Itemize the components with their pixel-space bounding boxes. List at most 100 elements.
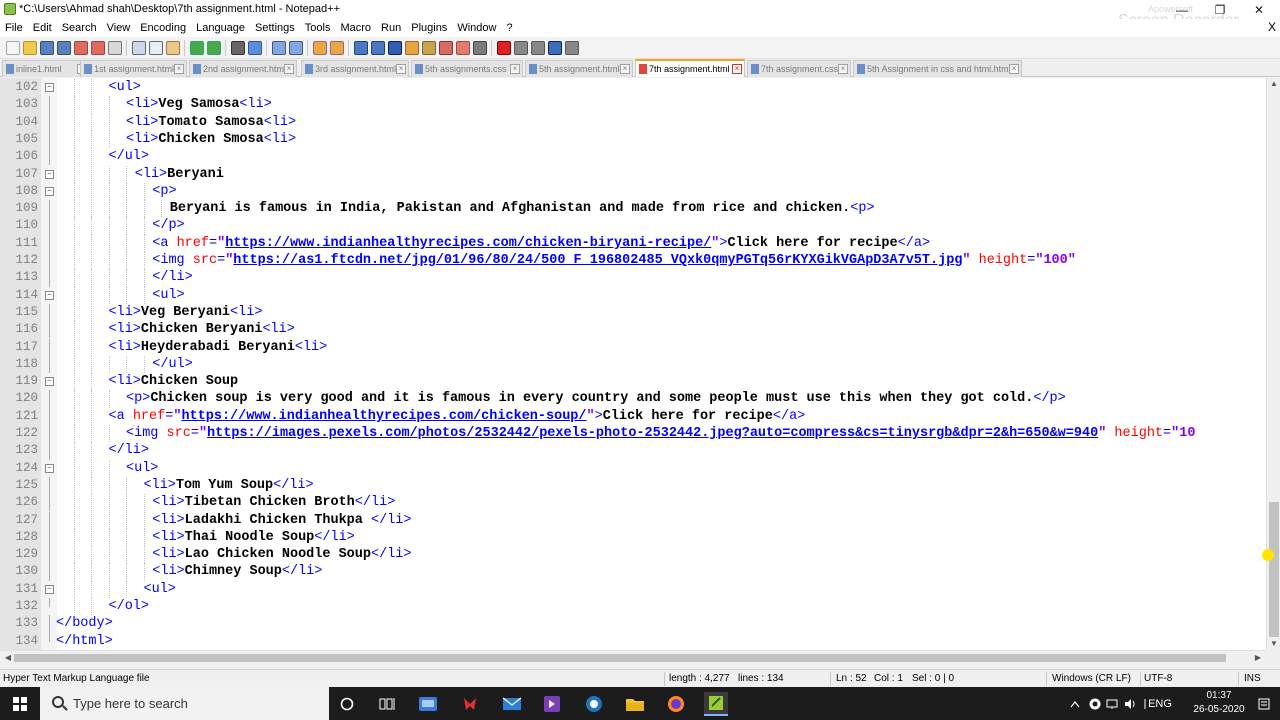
indent-guide-icon[interactable] bbox=[387, 40, 402, 55]
save-macro-icon[interactable] bbox=[564, 40, 579, 55]
code-line[interactable]: 121 <a href="https://www.indianhealthyrec… bbox=[0, 407, 1266, 425]
tab-close-icon[interactable]: × bbox=[838, 64, 848, 74]
code-line[interactable]: 130 <li>Chimney Soup</li> bbox=[0, 563, 1266, 581]
close-window-button[interactable]: ✕ bbox=[1239, 0, 1279, 19]
code-line[interactable]: 105 <li>Chicken Smosa<li> bbox=[0, 130, 1266, 149]
code-line[interactable]: 104 <li>Tomato Samosa<li> bbox=[0, 113, 1266, 131]
minimize-button[interactable]: — bbox=[1162, 0, 1202, 19]
language-indicator[interactable]: ENG bbox=[1148, 687, 1172, 720]
menu-edit[interactable]: Edit bbox=[28, 22, 57, 34]
code-line[interactable]: 103 <li>Veg Samosa<li> bbox=[0, 96, 1266, 114]
menu-file[interactable]: File bbox=[0, 22, 28, 34]
code-line[interactable]: 127 <li>Ladakhi Chicken Thukpa </li> bbox=[0, 511, 1266, 529]
stop-record-icon[interactable] bbox=[513, 40, 528, 55]
tray-overflow-icon[interactable] bbox=[1068, 687, 1082, 720]
menu-search[interactable]: Search bbox=[57, 22, 102, 34]
skype-icon[interactable] bbox=[582, 692, 606, 716]
code-line[interactable]: 108− <p> bbox=[0, 182, 1266, 201]
visual-studio-icon[interactable] bbox=[540, 692, 564, 716]
mail-icon[interactable] bbox=[500, 692, 524, 716]
code-line[interactable]: 115 <li>Veg Beryani<li> bbox=[0, 303, 1266, 322]
restore-button[interactable]: ❐ bbox=[1200, 0, 1240, 19]
play-macro-icon[interactable] bbox=[530, 40, 545, 55]
tray-app-icon[interactable] bbox=[1086, 687, 1104, 720]
close-all-icon[interactable] bbox=[90, 40, 105, 55]
notifications-icon[interactable] bbox=[1254, 687, 1274, 720]
print-icon[interactable] bbox=[107, 40, 122, 55]
fold-toggle-icon[interactable]: − bbox=[45, 463, 54, 473]
scroll-left-icon[interactable]: ◀ bbox=[2, 651, 14, 665]
network-icon[interactable] bbox=[1104, 687, 1120, 720]
vertical-scrollbar[interactable]: ▲ ▼ bbox=[1266, 78, 1280, 650]
code-line[interactable]: 117 <li>Heyderabadi Beryani<li> bbox=[0, 338, 1266, 356]
menu-view[interactable]: View bbox=[102, 22, 136, 34]
code-line[interactable]: 110 </p> bbox=[0, 217, 1266, 235]
zoom-out-icon[interactable] bbox=[288, 40, 303, 55]
paste-icon[interactable] bbox=[165, 40, 180, 55]
status-encoding[interactable]: UTF-8 bbox=[1144, 673, 1172, 684]
menu-encoding[interactable]: Encoding bbox=[135, 22, 191, 34]
horizontal-scroll-thumb[interactable] bbox=[14, 654, 1226, 662]
fold-toggle-icon[interactable]: − bbox=[45, 83, 54, 92]
code-line[interactable]: 109 Beryani is famous in India, Pakistan … bbox=[0, 200, 1266, 218]
run-macro-multiple-icon[interactable] bbox=[547, 40, 562, 55]
tab-3rd-assignment-html[interactable]: 3rd assignment.html × bbox=[301, 60, 409, 77]
show-all-chars-icon[interactable] bbox=[370, 40, 385, 55]
code-line[interactable]: 128 <li>Thai Noodle Soup</li> bbox=[0, 528, 1266, 547]
fold-toggle-icon[interactable]: − bbox=[45, 290, 54, 300]
word-wrap-icon[interactable] bbox=[353, 40, 368, 55]
menu-help[interactable]: ? bbox=[501, 22, 517, 34]
save-icon[interactable] bbox=[39, 40, 54, 55]
fold-toggle-icon[interactable]: − bbox=[45, 169, 54, 179]
new-file-icon[interactable] bbox=[5, 40, 20, 55]
volume-icon[interactable] bbox=[1122, 687, 1138, 720]
firefox-icon[interactable] bbox=[664, 692, 688, 716]
replace-icon[interactable] bbox=[247, 40, 262, 55]
zoom-in-icon[interactable] bbox=[271, 40, 286, 55]
code-line[interactable]: 102− <ul> bbox=[0, 79, 1266, 97]
find-icon[interactable] bbox=[230, 40, 245, 55]
code-line[interactable]: 122 <img src="https://images.pexels.com/p… bbox=[0, 425, 1266, 443]
tab-close-icon[interactable]: × bbox=[732, 64, 742, 74]
menu-plugins[interactable]: Plugins bbox=[406, 22, 452, 34]
vertical-scroll-thumb[interactable] bbox=[1269, 502, 1279, 637]
tab-5th-assignment-in-css-and-html-html[interactable]: 5th Assignment in css and html.html × bbox=[853, 60, 1022, 77]
desktop-app-icon[interactable] bbox=[416, 692, 440, 716]
code-line[interactable]: 134 </html> bbox=[0, 632, 1266, 650]
code-line[interactable]: 132 </ol> bbox=[0, 598, 1266, 616]
copy-icon[interactable] bbox=[148, 40, 163, 55]
undo-icon[interactable] bbox=[189, 40, 204, 55]
doc-map-icon[interactable] bbox=[421, 40, 436, 55]
code-line[interactable]: 131− <ul> bbox=[0, 580, 1266, 598]
menu-window[interactable]: Window bbox=[452, 22, 501, 34]
code-line[interactable]: 124− <ul> bbox=[0, 459, 1266, 477]
code-line[interactable]: 129 <li>Lao Chicken Noodle Soup</li> bbox=[0, 546, 1266, 564]
tab-5th-assignments-css[interactable]: 5th assignments.css × bbox=[411, 60, 523, 77]
cut-icon[interactable] bbox=[131, 40, 146, 55]
scroll-up-icon[interactable]: ▲ bbox=[1267, 78, 1280, 90]
file-explorer-icon[interactable] bbox=[623, 692, 647, 716]
code-line[interactable]: 116 <li>Chicken Beryani<li> bbox=[0, 321, 1266, 339]
sync-vertical-icon[interactable] bbox=[312, 40, 327, 55]
code-line[interactable]: 111 <a href="https://www.indianhealthyrec… bbox=[0, 234, 1266, 252]
folder-workspace-icon[interactable] bbox=[455, 40, 470, 55]
function-list-icon[interactable] bbox=[438, 40, 453, 55]
scroll-right-icon[interactable]: ▶ bbox=[1252, 651, 1264, 665]
cortana-icon[interactable] bbox=[335, 692, 359, 716]
user-language-icon[interactable] bbox=[404, 40, 419, 55]
scroll-down-icon[interactable]: ▼ bbox=[1267, 638, 1280, 650]
code-line[interactable]: 125 <li>Tom Yum Soup</li> bbox=[0, 476, 1266, 495]
status-insert-mode[interactable]: INS bbox=[1244, 673, 1261, 684]
open-file-icon[interactable] bbox=[22, 40, 37, 55]
task-view-icon[interactable] bbox=[375, 692, 399, 716]
code-line[interactable]: 106 </ul> bbox=[0, 148, 1266, 166]
code-line[interactable]: 107− <li>Beryani bbox=[0, 165, 1266, 183]
tab-2nd-assignment-html[interactable]: 2nd assignment.html × bbox=[189, 60, 297, 77]
start-button[interactable] bbox=[0, 687, 40, 720]
notepadpp-taskbar-icon[interactable] bbox=[704, 692, 728, 716]
code-line[interactable]: 126 <li>Tibetan Chicken Broth</li> bbox=[0, 494, 1266, 512]
fold-toggle-icon[interactable]: − bbox=[45, 584, 54, 594]
tab-close-icon[interactable]: × bbox=[510, 64, 520, 74]
tab-close-icon[interactable]: × bbox=[620, 64, 630, 74]
fold-toggle-icon[interactable]: − bbox=[45, 377, 54, 387]
